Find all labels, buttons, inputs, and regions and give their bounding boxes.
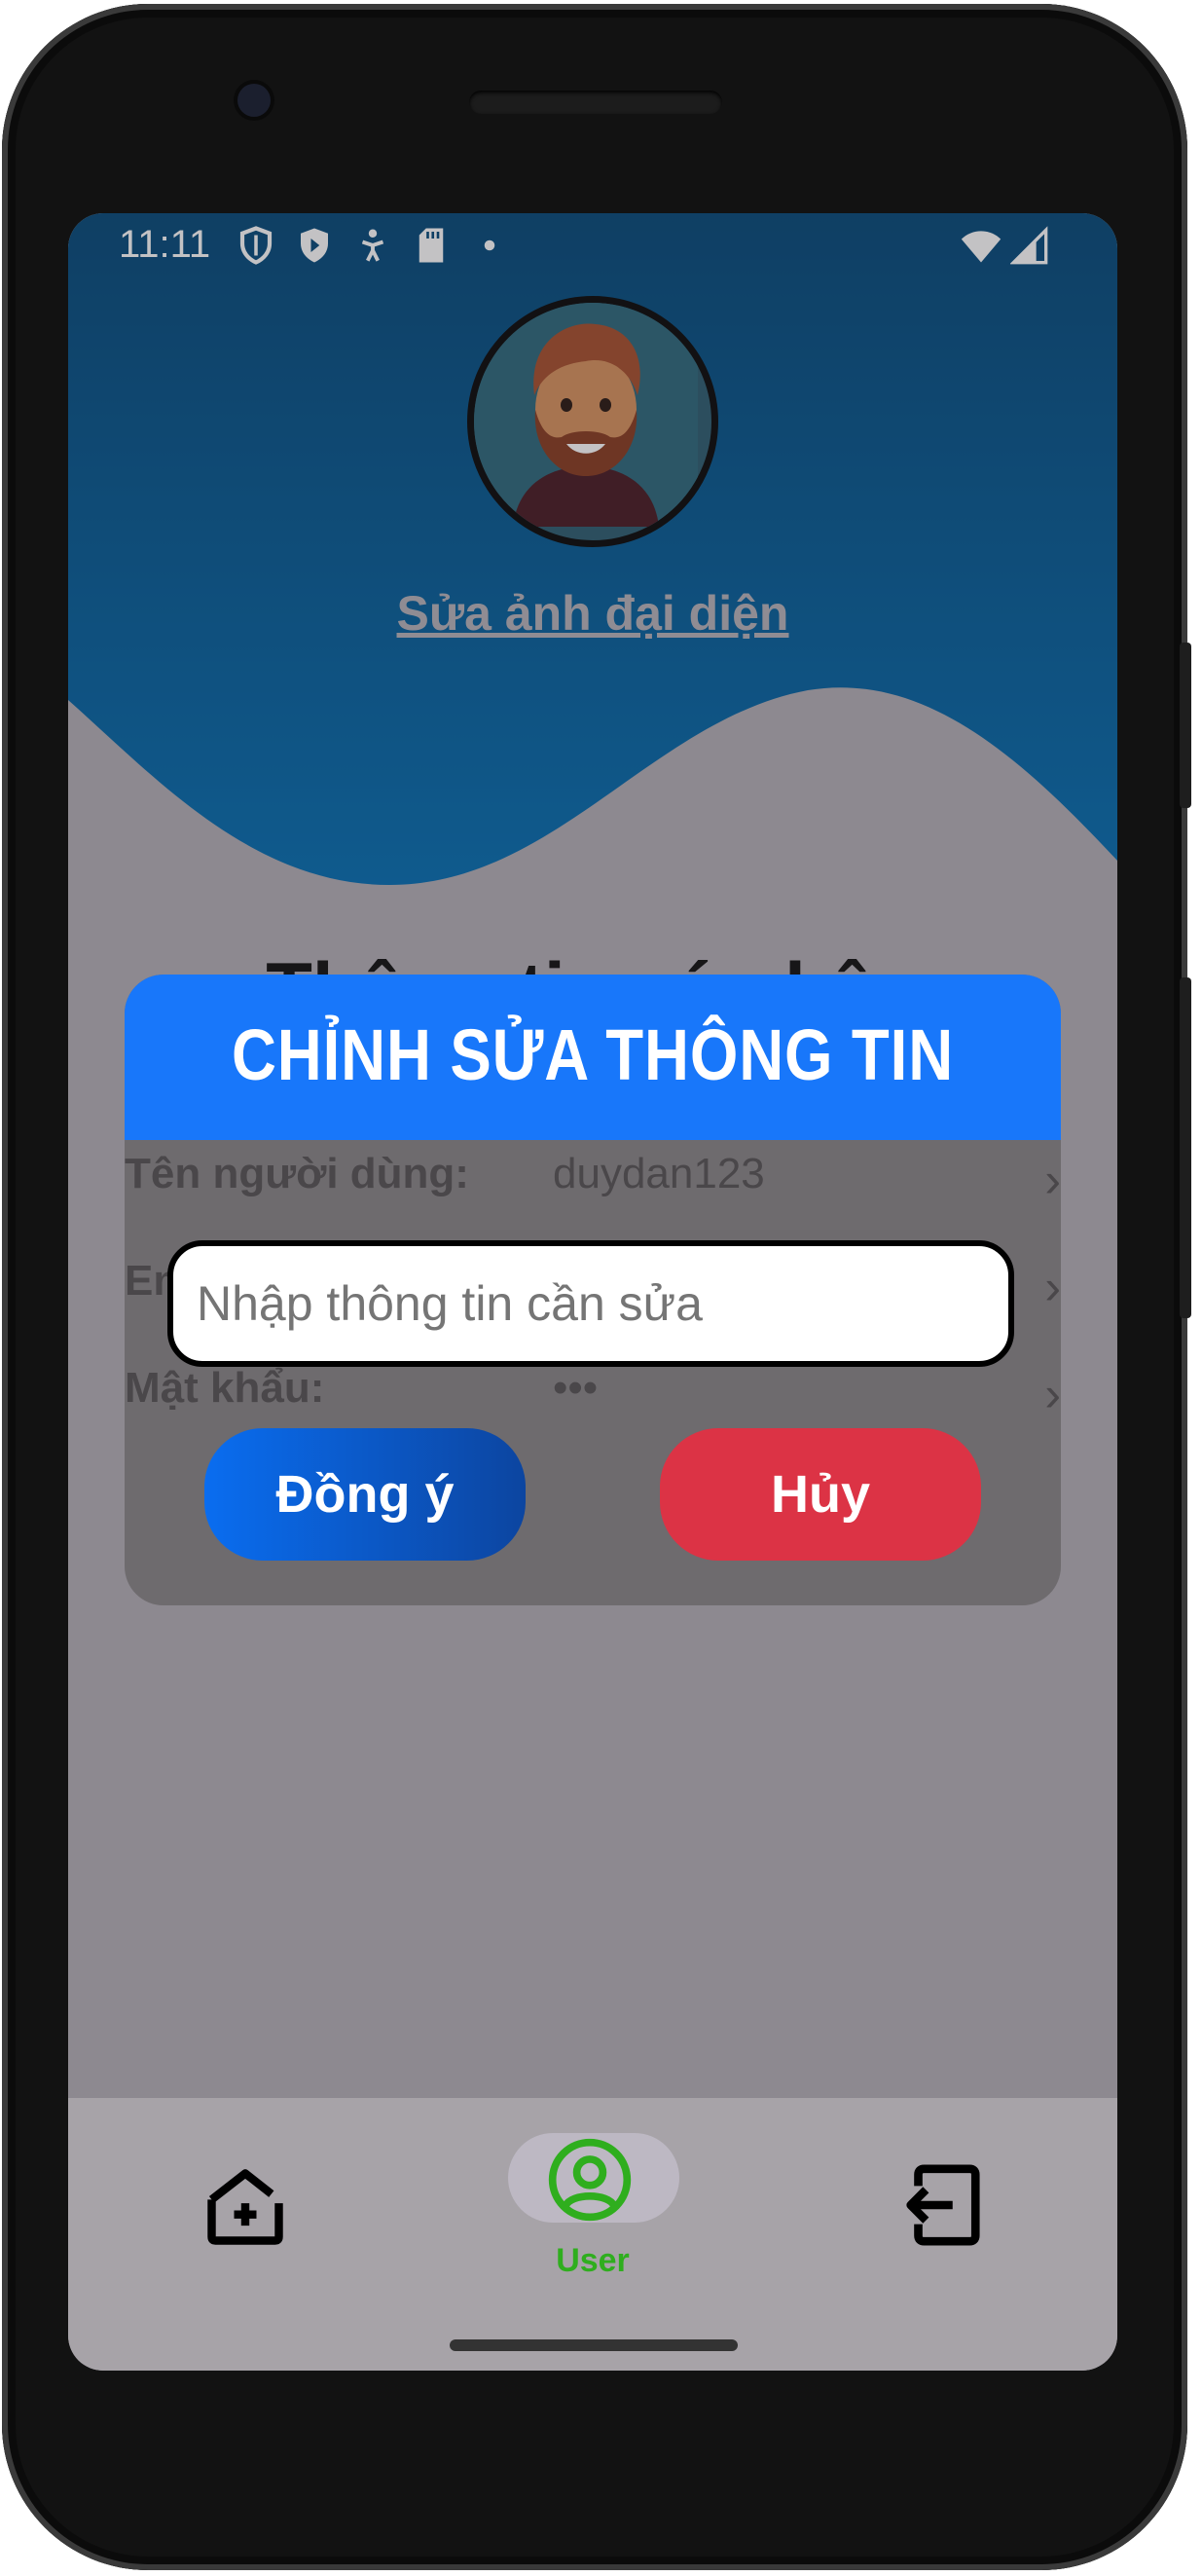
dialog-title: CHỈNH SỬA THÔNG TIN — [231, 1014, 955, 1095]
home-indicator[interactable] — [450, 2339, 738, 2351]
logout-icon — [906, 2164, 980, 2246]
front-camera — [237, 84, 271, 117]
nav-logout-button[interactable] — [895, 2156, 987, 2259]
edit-info-input[interactable] — [167, 1240, 1014, 1367]
user-icon — [548, 2138, 632, 2222]
chevron-right-icon: › — [1044, 1260, 1061, 1314]
info-row-value: duydan123 — [553, 1150, 765, 1197]
chevron-right-icon: › — [1044, 1153, 1061, 1207]
info-row-value: ••• — [553, 1364, 599, 1412]
dialog-header: CHỈNH SỬA THÔNG TIN — [125, 975, 1061, 1140]
power-button — [1180, 977, 1191, 1318]
cancel-button[interactable]: Hủy — [660, 1428, 981, 1561]
info-row-label: Mật khẩu: — [125, 1364, 325, 1412]
confirm-button[interactable]: Đồng ý — [204, 1428, 526, 1561]
edit-info-dialog: CHỈNH SỬA THÔNG TIN Tên người dùng: duyd… — [125, 975, 1061, 1605]
info-row-username[interactable]: Tên người dùng: duydan123 › — [125, 1150, 1061, 1218]
volume-button — [1180, 643, 1191, 808]
info-row-password[interactable]: Mật khẩu: ••• › — [125, 1364, 1061, 1432]
earpiece-speaker — [469, 91, 722, 114]
home-add-icon — [207, 2169, 283, 2245]
nav-user-button[interactable] — [545, 2135, 642, 2229]
phone-frame: 11:11 Sửa ảnh đại diện User CHỈNH SỬA TH… — [0, 0, 1202, 2576]
bottom-nav: User — [68, 2098, 1117, 2371]
info-row-label: Tên người dùng: — [125, 1150, 469, 1197]
chevron-right-icon: › — [1044, 1367, 1061, 1421]
app-screen: 11:11 Sửa ảnh đại diện User CHỈNH SỬA TH… — [68, 213, 1117, 2371]
